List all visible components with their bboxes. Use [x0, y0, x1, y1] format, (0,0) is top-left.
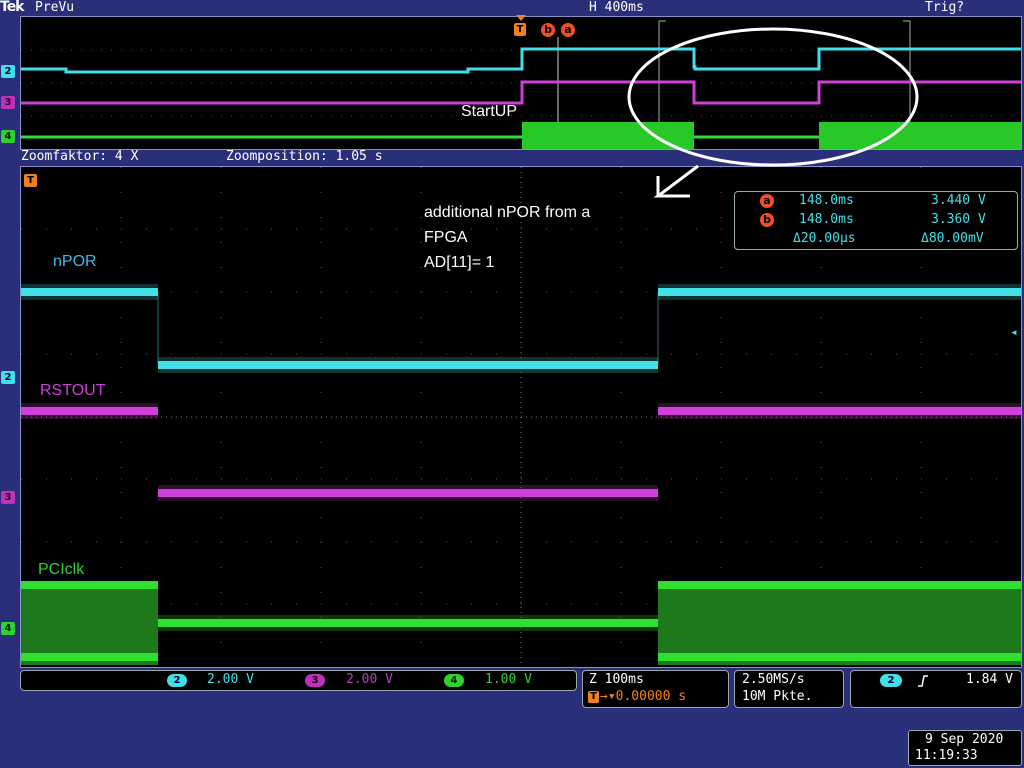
cursor-delta-voltage: Δ80.00mV: [921, 231, 984, 246]
cursor-a-icon: a: [760, 194, 774, 208]
horizontal-scale[interactable]: H 400ms: [589, 0, 644, 15]
scale-ch3-value[interactable]: 2.00 V: [346, 672, 393, 687]
overview-ch4-marker[interactable]: 4: [1, 130, 15, 143]
trigger-level-arrow-icon[interactable]: ◂: [1010, 325, 1018, 340]
trigger-arrow-icon: [516, 15, 526, 21]
time: 11:19:33: [915, 748, 978, 763]
zoom-scale[interactable]: Z 100ms: [589, 672, 644, 687]
cursor-b-voltage: 3.360 V: [931, 212, 986, 227]
trigger-status: Trig?: [925, 0, 965, 15]
date: 9 Sep 2020: [925, 732, 1004, 747]
cursor-b-icon: b: [760, 213, 774, 227]
scale-ch4-marker[interactable]: 4: [444, 674, 464, 687]
cursor-b-badge[interactable]: b: [541, 23, 555, 37]
trigger-position-value[interactable]: →▾0.00000 s: [600, 689, 686, 704]
annotation-line-3: AD[11]= 1: [424, 254, 495, 271]
scale-ch2-marker[interactable]: 2: [167, 674, 187, 687]
main-ch2-marker[interactable]: 2: [1, 371, 15, 384]
main-ch4-marker[interactable]: 4: [1, 622, 15, 635]
trigger-level[interactable]: 1.84 V: [966, 672, 1013, 687]
startup-annotation: StartUP: [461, 103, 518, 120]
zoom-highlight-ellipse: [627, 27, 919, 167]
cursor-a-voltage: 3.440 V: [931, 193, 986, 208]
rising-edge-icon: [918, 675, 928, 687]
record-length: 10M Pkte.: [742, 689, 813, 704]
acquisition-box[interactable]: 2.50MS/s 10M Pkte.: [734, 670, 844, 708]
scale-ch4-value[interactable]: 1.00 V: [485, 672, 532, 687]
trigger-position-text: 0.00000 s: [615, 689, 687, 704]
highlight-arrow-icon: [653, 164, 699, 198]
cursor-delta-time: Δ20.00µs: [793, 231, 856, 246]
zoom-position: Zoomposition: 1.05 s: [226, 149, 383, 164]
overview-ch2-marker[interactable]: 2: [1, 65, 15, 78]
acquisition-mode: PreVu: [35, 0, 75, 15]
main-trigger-marker[interactable]: T: [24, 174, 37, 187]
zoom-timebase-box[interactable]: Z 100ms T →▾0.00000 s: [582, 670, 729, 708]
main-ch3-marker[interactable]: 3: [1, 491, 15, 504]
highlight-overlay: [627, 27, 919, 198]
tek-logo: Tek: [0, 0, 24, 15]
main-annotation: additional nPOR from a FPGA AD[11]= 1: [424, 200, 590, 275]
datetime-box: 9 Sep 2020 11:19:33: [908, 730, 1022, 766]
scale-ch2-value[interactable]: 2.00 V: [207, 672, 254, 687]
channel-scale-bar[interactable]: 2 2.00 V 3 2.00 V 4 1.00 V: [20, 670, 577, 691]
cursor-a-time: 148.0ms: [799, 193, 854, 208]
annotation-line-1: additional nPOR from a: [424, 204, 591, 221]
zoom-factor: Zoomfaktor: 4 X: [21, 149, 139, 164]
cursor-a-badge[interactable]: a: [561, 23, 575, 37]
cursor-readout: a 148.0ms 3.440 V b 148.0ms 3.360 V Δ20.…: [734, 191, 1018, 250]
scale-ch3-marker[interactable]: 3: [305, 674, 325, 687]
ch2-trace-label: nPOR: [53, 253, 97, 270]
trigger-box[interactable]: 2 1.84 V: [850, 670, 1022, 708]
overview-ch3-marker[interactable]: 3: [1, 96, 15, 109]
annotation-line-2: FPGA: [424, 229, 468, 246]
ch4-trace-label: PCIclk: [38, 561, 85, 578]
trigger-source-marker[interactable]: 2: [880, 674, 902, 687]
trigger-position-icon: T: [588, 691, 599, 703]
cursor-b-time: 148.0ms: [799, 212, 854, 227]
sample-rate: 2.50MS/s: [742, 672, 805, 687]
trigger-position-marker[interactable]: T: [514, 23, 526, 36]
ch3-trace-label: RSTOUT: [40, 382, 106, 399]
